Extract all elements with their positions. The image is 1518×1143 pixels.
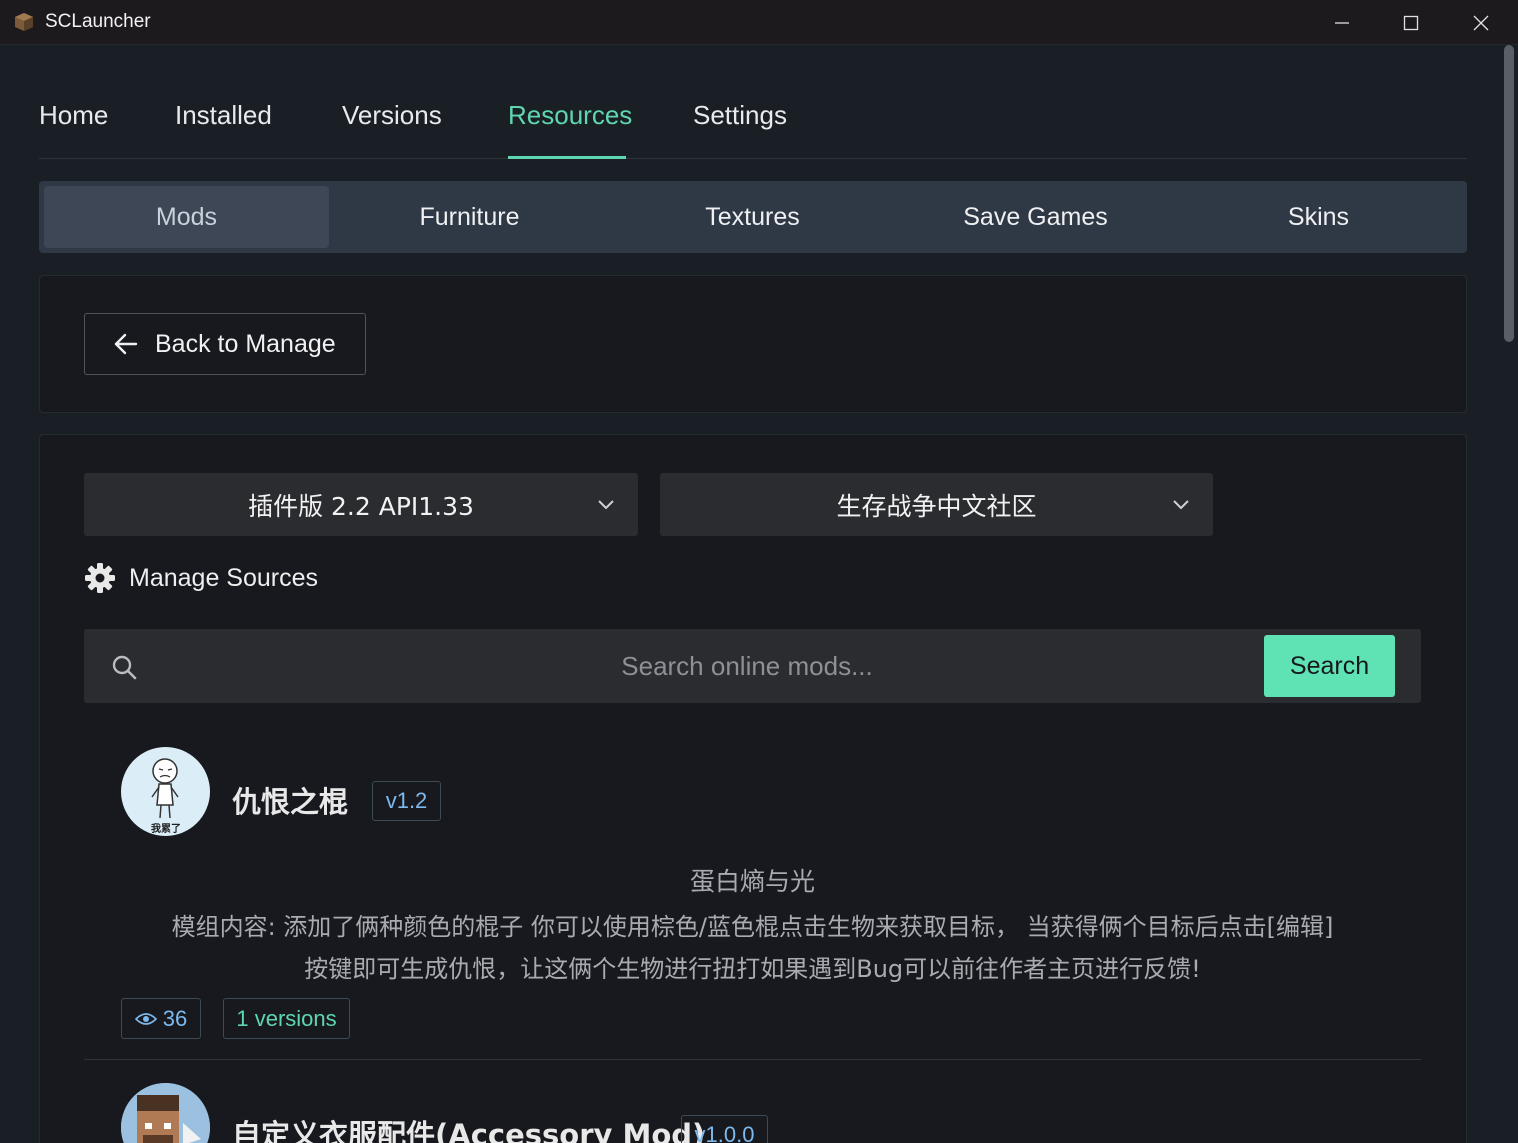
back-to-manage-button[interactable]: Back to Manage <box>84 313 366 375</box>
search-icon <box>112 655 137 680</box>
subtab-save-games[interactable]: Save Games <box>893 186 1178 248</box>
subtab-skins[interactable]: Skins <box>1176 186 1461 248</box>
close-button[interactable] <box>1446 0 1516 45</box>
top-nav: Home Installed Versions Resources Settin… <box>39 100 1467 159</box>
search-input[interactable] <box>154 629 1340 703</box>
mod-avatar[interactable]: 我累了 <box>121 747 210 836</box>
versions-count-badge: 1 versions <box>223 998 350 1039</box>
mod-version-badge: v1.2 <box>372 781 441 821</box>
views-badge: 36 <box>121 998 201 1039</box>
arrow-left-icon <box>114 333 138 355</box>
resource-type-tabs: Mods Furniture Textures Save Games Skins <box>39 181 1467 253</box>
search-bar: Search <box>84 629 1421 703</box>
scrollbar-thumb[interactable] <box>1504 45 1514 342</box>
mod-description: 模组内容: 添加了俩种颜色的棍子 你可以使用棕色/蓝色棍点击生物来获取目标， 当… <box>110 906 1395 990</box>
list-divider <box>84 1059 1421 1060</box>
chevron-down-icon <box>598 500 614 510</box>
game-version-value: 插件版 2.2 API1.33 <box>248 491 474 521</box>
subtab-mods[interactable]: Mods <box>44 186 329 248</box>
minimize-button[interactable] <box>1307 0 1377 45</box>
back-button-label: Back to Manage <box>155 329 336 358</box>
manage-sources-link[interactable]: Manage Sources <box>84 558 318 598</box>
search-button[interactable]: Search <box>1264 635 1395 697</box>
manage-sources-label: Manage Sources <box>129 563 319 592</box>
mod-version-badge: v1.0.0 <box>681 1115 768 1143</box>
mod-description-line: 模组内容: 添加了俩种颜色的棍子 你可以使用棕色/蓝色棍点击生物来获取目标， 当… <box>171 913 1334 941</box>
game-version-select[interactable]: 插件版 2.2 API1.33 <box>84 473 638 536</box>
title-bar: SCLauncher <box>0 0 1518 45</box>
subtab-furniture[interactable]: Furniture <box>327 186 612 248</box>
maximize-icon <box>1403 15 1419 30</box>
mod-avatar-caption: 我累了 <box>151 824 181 835</box>
mod-author: 蛋白熵与光 <box>689 867 815 896</box>
source-select[interactable]: 生存战争中文社区 <box>660 473 1213 536</box>
eye-icon <box>134 1012 157 1025</box>
mod-description-line: 按键即可生成仇恨，让这俩个生物进行扭打如果遇到Bug可以前往作者主页进行反馈! <box>304 955 1201 983</box>
minimize-icon <box>1335 21 1349 24</box>
scrollbar[interactable] <box>1502 45 1514 1143</box>
gear-icon <box>85 563 115 593</box>
tab-home[interactable]: Home <box>39 100 108 159</box>
app-icon <box>15 13 33 31</box>
chevron-down-icon <box>1173 500 1189 510</box>
maximize-button[interactable] <box>1376 0 1446 45</box>
app-title: SCLauncher <box>45 11 151 32</box>
subtab-textures[interactable]: Textures <box>610 186 895 248</box>
mod-title[interactable]: 自定义衣服配件(Accessory Mod) <box>232 1112 705 1143</box>
tab-versions[interactable]: Versions <box>342 100 442 159</box>
tab-settings[interactable]: Settings <box>693 100 787 159</box>
active-tab-indicator <box>508 156 626 159</box>
mod-title[interactable]: 仇恨之棍 <box>232 779 348 821</box>
tab-resources[interactable]: Resources <box>508 100 632 159</box>
views-count: 36 <box>162 1005 188 1031</box>
close-icon <box>1473 15 1489 30</box>
source-value: 生存战争中文社区 <box>836 491 1037 521</box>
tab-installed[interactable]: Installed <box>175 100 272 159</box>
